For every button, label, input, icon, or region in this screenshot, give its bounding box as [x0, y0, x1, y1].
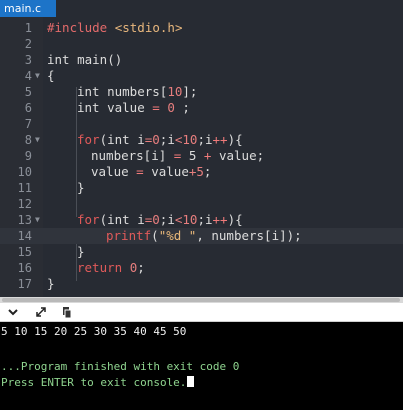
- code-text: int value = 0 ;: [77, 100, 190, 115]
- line-number: 7: [24, 117, 32, 131]
- line-number: 12: [17, 197, 32, 211]
- line-number: 2: [24, 37, 32, 51]
- code-text: printf("%d ", numbers[i]);: [106, 228, 302, 243]
- code-line: 4 ▼ {: [0, 68, 403, 84]
- text-cursor: [187, 376, 195, 387]
- line-number: 1: [24, 21, 32, 35]
- line-number: 6: [24, 101, 32, 115]
- fold-arrow-icon[interactable]: ▼: [35, 132, 40, 148]
- code-line: 16 return 0;: [0, 260, 403, 276]
- code-editor[interactable]: 1 #include <stdio.h> 2 3 int main() 4 ▼ …: [0, 17, 403, 297]
- code-line: 15 }: [0, 244, 403, 260]
- program-output: 5 10 15 20 25 30 35 40 45 50: [1, 325, 187, 338]
- scrollbar-thumb[interactable]: [2, 298, 400, 302]
- code-line: 12: [0, 196, 403, 212]
- code-text: int main(): [47, 52, 123, 67]
- line-number: 9: [24, 149, 32, 163]
- code-text: for(int i=0;i<10;i++){: [77, 212, 243, 227]
- code-text: value = value+5;: [91, 164, 212, 179]
- expand-icon[interactable]: [34, 305, 48, 319]
- code-line: 2: [0, 36, 403, 52]
- code-text: return 0;: [77, 260, 145, 275]
- code-text: {: [47, 68, 55, 83]
- line-number: 3: [24, 53, 32, 67]
- online-c-compiler-window: main.c 1 #include <stdio.h> 2 3 int main…: [0, 0, 403, 410]
- code-text: }: [77, 180, 85, 195]
- code-text: numbers[i] = 5 + value;: [91, 148, 265, 163]
- line-number: 17: [17, 277, 32, 291]
- line-number: 14: [17, 229, 32, 243]
- code-line: 13 ▼ for(int i=0;i<10;i++){: [0, 212, 403, 228]
- exit-status: ...Program finished with exit code 0: [1, 360, 240, 373]
- editor-tab-bar: main.c: [0, 0, 403, 17]
- console-output[interactable]: 5 10 15 20 25 30 35 40 45 50 ...Program …: [0, 322, 403, 410]
- line-number: 5: [24, 85, 32, 99]
- code-text: }: [47, 276, 55, 291]
- line-number: 8: [24, 133, 32, 147]
- code-line: 6 int value = 0 ;: [0, 100, 403, 116]
- code-text: }: [77, 244, 85, 259]
- line-number: 11: [17, 181, 32, 195]
- copy-output-icon[interactable]: [60, 305, 74, 319]
- tab-main-c[interactable]: main.c: [0, 0, 56, 17]
- line-number: 16: [17, 261, 32, 275]
- code-line: 5 int numbers[10];: [0, 84, 403, 100]
- console-toolbar: [0, 303, 403, 322]
- code-text: int numbers[10];: [77, 84, 198, 99]
- code-line-active: 14 printf("%d ", numbers[i]);: [0, 228, 403, 244]
- code-line: 7: [0, 116, 403, 132]
- fold-arrow-icon[interactable]: ▼: [35, 212, 40, 228]
- line-number: 15: [17, 245, 32, 259]
- code-text: for(int i=0;i<10;i++){: [77, 132, 243, 147]
- code-line: 8 ▼ for(int i=0;i<10;i++){: [0, 132, 403, 148]
- line-number: 13: [17, 213, 32, 227]
- code-line: 9 numbers[i] = 5 + value;: [0, 148, 403, 164]
- console-prompt: Press ENTER to exit console.: [1, 376, 195, 389]
- code-line: 1 #include <stdio.h>: [0, 20, 403, 36]
- code-line: 10 value = value+5;: [0, 164, 403, 180]
- code-line: 17 }: [0, 276, 403, 292]
- code-line: 11 }: [0, 180, 403, 196]
- chevron-down-icon[interactable]: [6, 305, 20, 319]
- line-number: 4: [24, 69, 32, 83]
- line-number: 10: [17, 165, 32, 179]
- code-line: 3 int main(): [0, 52, 403, 68]
- code-text: #include <stdio.h>: [47, 20, 183, 35]
- fold-arrow-icon[interactable]: ▼: [35, 68, 40, 84]
